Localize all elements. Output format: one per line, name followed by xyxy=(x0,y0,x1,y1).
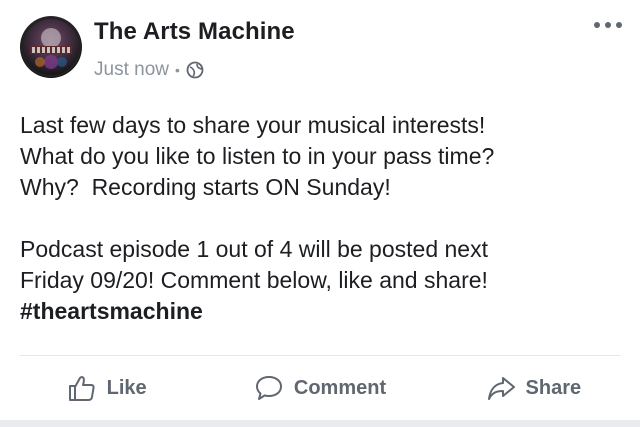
facebook-post: The Arts Machine Just now • Last few day… xyxy=(0,0,640,427)
more-dot xyxy=(616,22,622,28)
page-avatar[interactable] xyxy=(20,16,82,78)
page-name-link[interactable]: The Arts Machine xyxy=(94,18,295,46)
post-text-line: Friday 09/20! Comment below, like and sh… xyxy=(20,267,488,293)
post-text-line: Last few days to share your musical inte… xyxy=(20,112,486,138)
comment-button[interactable]: Comment xyxy=(213,362,426,414)
more-dot xyxy=(605,22,611,28)
like-button[interactable]: Like xyxy=(0,362,213,414)
post-meta: Just now • xyxy=(94,58,204,82)
more-dot xyxy=(594,22,600,28)
more-options-icon[interactable] xyxy=(594,18,622,32)
avatar-logo-icon xyxy=(21,17,81,77)
like-label: Like xyxy=(106,376,147,399)
share-button[interactable]: Share xyxy=(427,362,640,414)
hashtag-link[interactable]: #theartsmachine xyxy=(20,298,203,324)
action-divider xyxy=(20,355,620,356)
post-text-line: What do you like to listen to in your pa… xyxy=(20,143,495,169)
thumbs-up-icon xyxy=(68,376,95,401)
speech-bubble-icon xyxy=(255,376,282,400)
post-text-line: Podcast episode 1 out of 4 will be poste… xyxy=(20,236,488,262)
action-bar: Like Comment Share xyxy=(0,362,640,414)
feed-separator xyxy=(0,420,640,427)
post-timestamp[interactable]: Just now xyxy=(94,59,169,81)
meta-separator: • xyxy=(174,62,180,78)
post-text-line: Why? Recording starts ON Sunday! xyxy=(20,174,391,200)
globe-icon[interactable] xyxy=(186,61,204,79)
post-body: Last few days to share your musical inte… xyxy=(20,110,620,327)
share-label: Share xyxy=(525,376,582,399)
share-arrow-icon xyxy=(487,377,515,400)
comment-label: Comment xyxy=(293,376,387,399)
